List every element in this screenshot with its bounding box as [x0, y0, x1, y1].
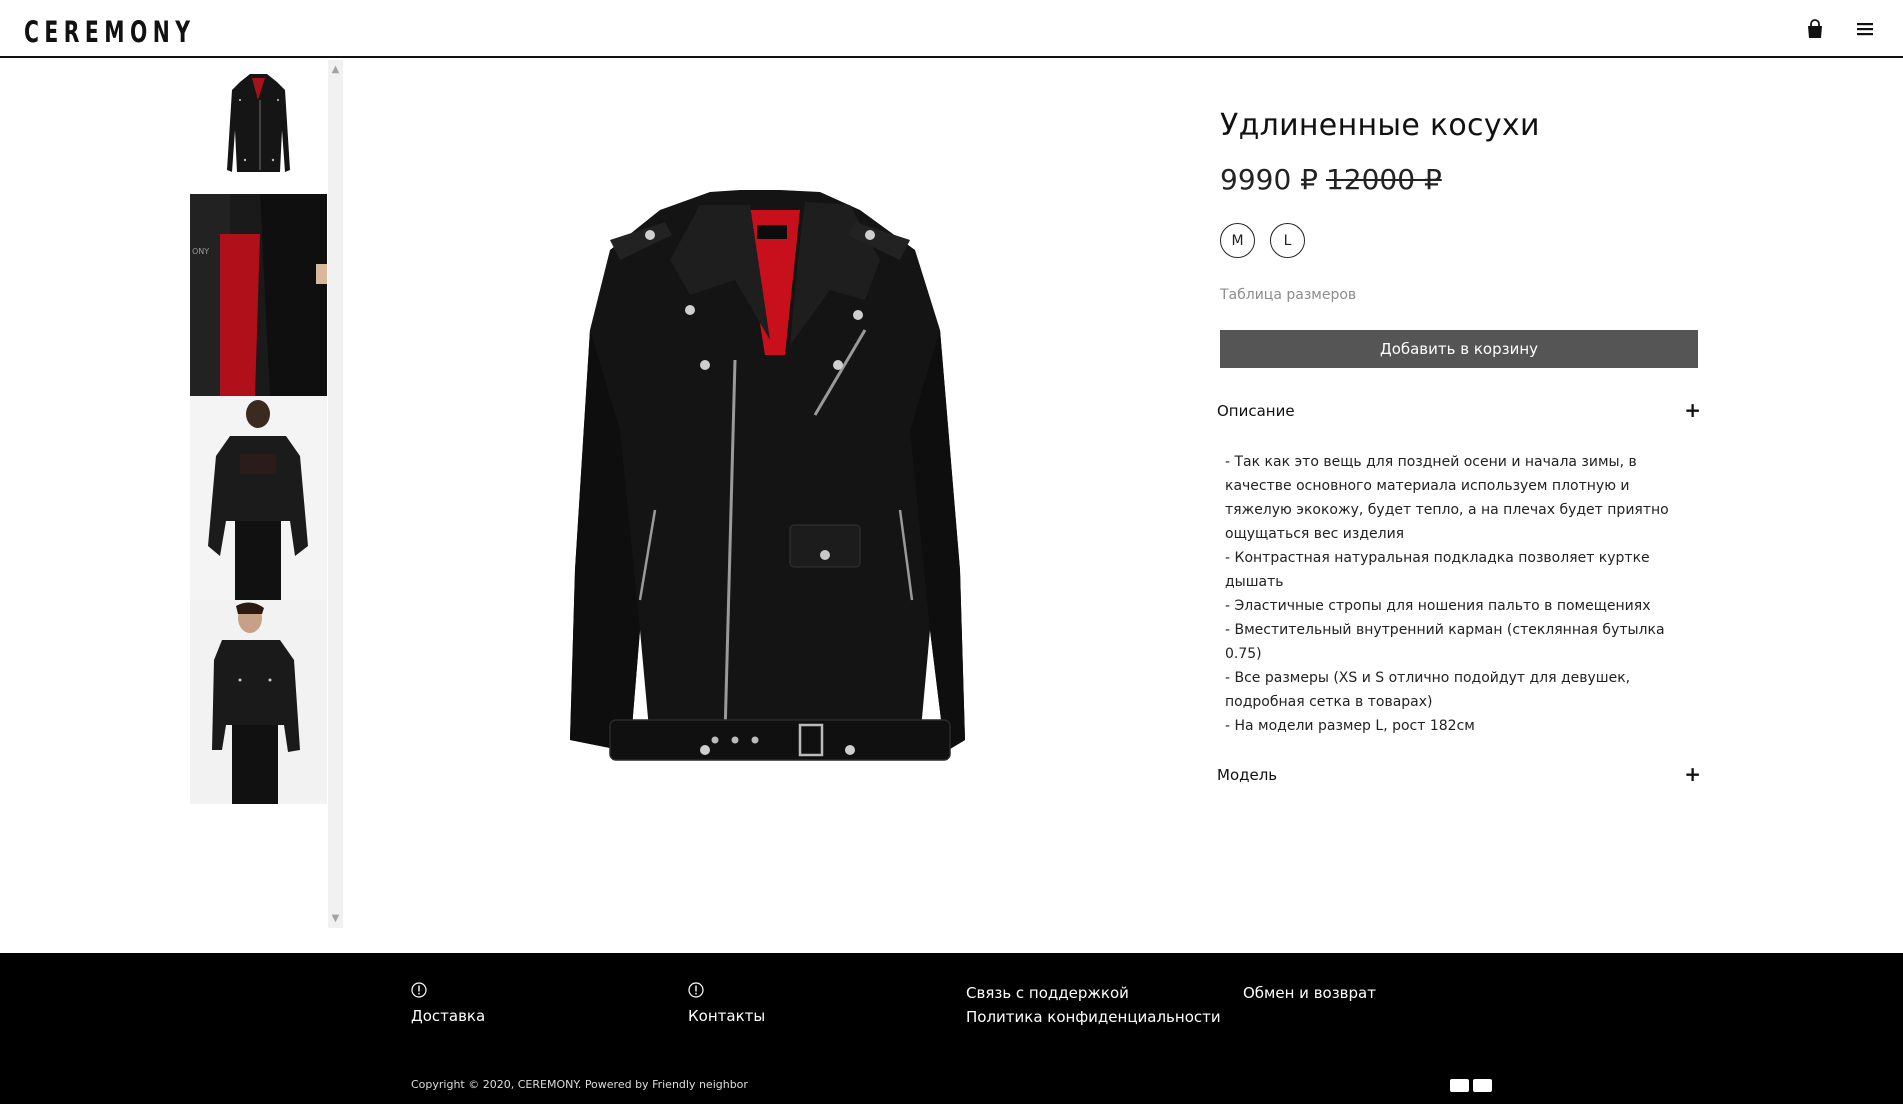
site-logo[interactable]: CEREMONY: [24, 15, 195, 49]
info-circle-icon: [411, 982, 427, 998]
site-footer: Доставка Контакты Связь с поддержкой Пол…: [0, 953, 1903, 1104]
description-line: ощущаться вес изделия: [1225, 526, 1405, 542]
accordion-model-header[interactable]: Модель +: [1217, 762, 1701, 788]
svg-text:ONY: ONY: [192, 247, 209, 256]
description-line: - Контрастная натуральная подкладка позв…: [1225, 550, 1650, 566]
footer-link-privacy[interactable]: Политика конфиденциальности: [966, 1005, 1221, 1029]
size-option-l[interactable]: L: [1270, 223, 1305, 258]
add-to-cart-button[interactable]: Добавить в корзину: [1220, 330, 1698, 368]
shopping-bag-icon[interactable]: [1804, 18, 1826, 40]
scroll-down-icon[interactable]: ▼: [328, 911, 343, 926]
description-line: - Эластичные стропы для ношения пальто в…: [1225, 598, 1651, 614]
footer-returns-column: Обмен и возврат: [1243, 981, 1376, 1005]
description-body: - Так как это вещь для поздней осени и н…: [1225, 450, 1695, 738]
description-line: тяжелую экокожу, будет тепло, а на плеча…: [1225, 502, 1669, 518]
description-line: - На модели размер L, рост 182см: [1225, 718, 1475, 734]
thumbnail-scrollbar[interactable]: ▲ ▼: [328, 60, 343, 928]
accordion-description-header[interactable]: Описание +: [1217, 398, 1701, 424]
thumbnail-jacket-front[interactable]: [190, 60, 327, 194]
description-line: дышать: [1225, 574, 1284, 590]
thumbnail-jacket-lining[interactable]: ONY: [190, 194, 327, 396]
product-title: Удлиненные косухи: [1220, 108, 1540, 143]
footer-contacts: Контакты: [688, 982, 765, 1028]
thumbnail-model-back[interactable]: [190, 396, 327, 600]
expand-plus-icon[interactable]: +: [1684, 762, 1701, 786]
price-old: 12000 ₽: [1325, 163, 1442, 196]
thumbnail-model-front[interactable]: [190, 600, 327, 804]
mastercard-icon: [1473, 1079, 1492, 1092]
site-header: CEREMONY: [0, 0, 1903, 58]
footer-link-returns[interactable]: Обмен и возврат: [1243, 981, 1376, 1005]
accordion-description-title: Описание: [1217, 402, 1295, 420]
description-line: - Так как это вещь для поздней осени и н…: [1225, 454, 1637, 470]
price-current: 9990 ₽: [1220, 163, 1318, 196]
description-line: - Все размеры (XS и S отлично подойдут д…: [1225, 670, 1631, 686]
footer-link-delivery[interactable]: Доставка: [411, 1004, 485, 1028]
hamburger-menu-icon[interactable]: [1854, 18, 1876, 40]
footer-support-column: Связь с поддержкой Политика конфиденциал…: [966, 981, 1221, 1029]
description-line: 0.75): [1225, 646, 1262, 662]
description-line: подробная сетка в товарах): [1225, 694, 1433, 710]
footer-link-contacts[interactable]: Контакты: [688, 1004, 765, 1028]
accordion-model-title: Модель: [1217, 766, 1278, 784]
expand-plus-icon[interactable]: +: [1684, 398, 1701, 422]
description-line: - Вместительный внутренний карман (стекл…: [1225, 622, 1665, 638]
main-product-image[interactable]: [560, 180, 1010, 810]
copyright-text: Copyright © 2020, CEREMONY. Powered by F…: [411, 1078, 748, 1091]
price-row: 9990 ₽12000 ₽: [1220, 163, 1442, 196]
size-option-m[interactable]: M: [1220, 223, 1255, 258]
size-selector: M L: [1220, 223, 1305, 258]
description-line: качестве основного материала используем …: [1225, 478, 1630, 494]
size-table-link[interactable]: Таблица размеров: [1220, 287, 1356, 303]
visa-icon: [1450, 1079, 1469, 1092]
thumbnail-strip: ONY: [190, 60, 327, 804]
footer-delivery: Доставка: [411, 982, 485, 1028]
payment-icons: [1450, 1079, 1492, 1092]
scroll-up-icon[interactable]: ▲: [328, 62, 343, 77]
footer-link-support[interactable]: Связь с поддержкой: [966, 981, 1221, 1005]
info-circle-icon: [688, 982, 704, 998]
